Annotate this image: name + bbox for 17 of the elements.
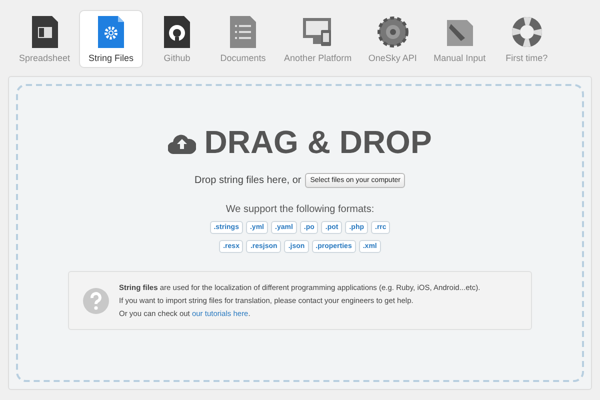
tab[interactable]: Manual Input [426,10,493,68]
tab[interactable]: Spreadsheet [12,10,78,68]
drop-prompt: Drop string files here, or [194,175,302,186]
tab[interactable]: OneSky API [360,10,425,68]
gear-file-icon [96,16,126,48]
tab[interactable]: Another Platform [277,10,359,68]
tab[interactable]: Github [145,10,210,68]
lifebuoy-icon [510,16,543,48]
spreadsheet-icon [30,16,60,48]
question-icon [83,288,109,314]
tab[interactable]: First time? [494,10,559,68]
document-icon [228,16,258,48]
gear-icon [376,16,409,48]
tab[interactable]: Documents [211,10,276,68]
drop-title: DRAG & DROP [204,124,432,161]
tab[interactable]: String Files [79,10,144,68]
formats-heading: We support the following formats: [226,204,374,215]
